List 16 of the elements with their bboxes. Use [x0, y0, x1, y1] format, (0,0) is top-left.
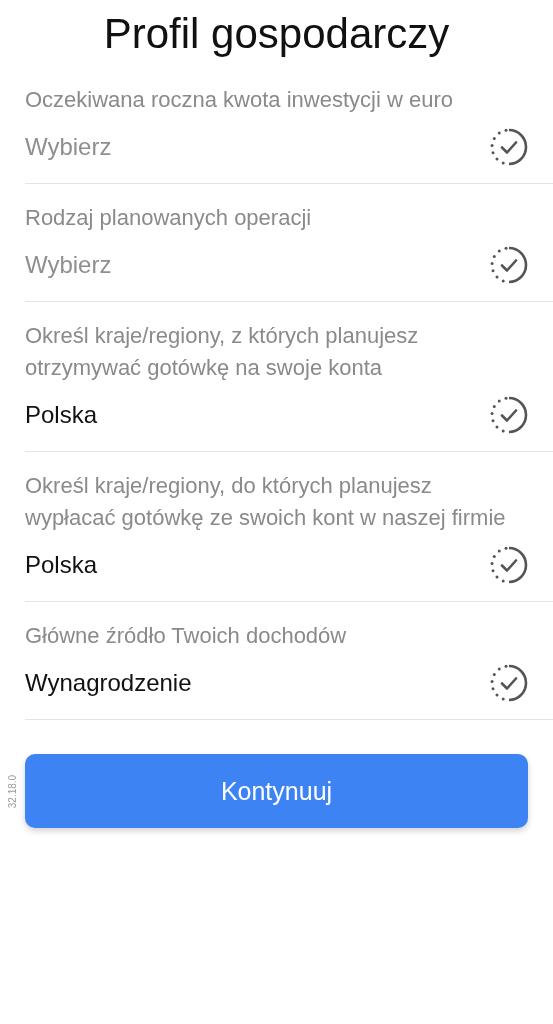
check-circle-icon [490, 128, 528, 166]
check-circle-icon [490, 664, 528, 702]
select-field[interactable]: Polska [25, 546, 528, 584]
select-field[interactable]: Wynagrodzenie [25, 664, 528, 702]
continue-button[interactable]: Kontynuuj [25, 754, 528, 828]
field-label: Rodzaj planowanych operacji [25, 204, 313, 232]
field-label: Określ kraje/regiony, do których planujesz wypłacać gotówkę ze swoich kont w naszej firmie [25, 472, 507, 532]
page-title: Profil gospodarczy [102, 10, 451, 58]
select-field[interactable]: Polska [25, 396, 528, 434]
field-label: Oczekiwana roczna kwota inwestycji w euro [25, 86, 454, 114]
check-circle-icon [490, 396, 528, 434]
check-circle-icon [490, 546, 528, 584]
field-label: Główne źródło Twoich dochodów [25, 622, 348, 650]
version-label: 32.18.0 [7, 774, 18, 808]
check-circle-icon [490, 246, 528, 284]
field-label: Określ kraje/regiony, z których planujesz otrzymywać gotówkę na swoje konta [25, 322, 420, 382]
